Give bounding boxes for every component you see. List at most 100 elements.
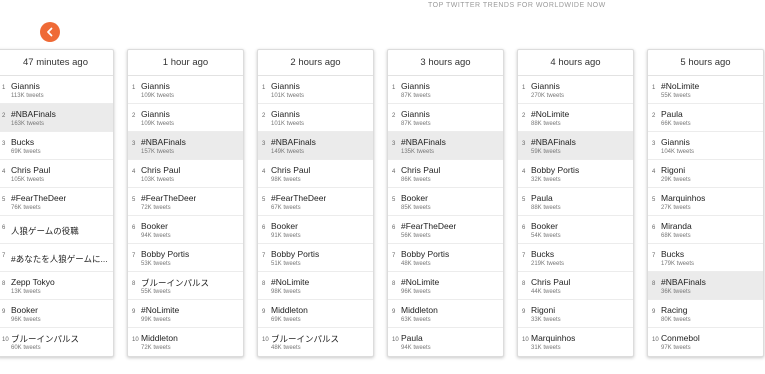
trend-item[interactable]: 4 Chris Paul 103K tweets	[128, 160, 243, 188]
tweet-count: 101K tweets	[271, 93, 305, 99]
trend-name: Middleton	[271, 305, 308, 315]
trend-item[interactable]: 2 Paula 66K tweets	[648, 104, 763, 132]
trend-name: Chris Paul	[271, 165, 311, 175]
trend-name: #FearTheDeer	[11, 193, 67, 203]
trend-item[interactable]: 10 ブルーインパルス 60K tweets	[0, 328, 113, 356]
trend-item[interactable]: 5 #FearTheDeer 67K tweets	[258, 188, 373, 216]
trend-item[interactable]: 1 Giannis 113K tweets	[0, 76, 113, 104]
trend-name: #NBAFinals	[141, 137, 186, 147]
trend-item[interactable]: 2 #NoLimite 88K tweets	[518, 104, 633, 132]
trend-item[interactable]: 6 Booker 54K tweets	[518, 216, 633, 244]
trend-item[interactable]: 3 #NBAFinals 135K tweets	[388, 132, 503, 160]
trend-item[interactable]: 9 Booker 96K tweets	[0, 300, 113, 328]
trend-item[interactable]: 7 Bucks 179K tweets	[648, 244, 763, 272]
trend-item[interactable]: 5 #FearTheDeer 72K tweets	[128, 188, 243, 216]
trend-name: Bobby Portis	[271, 249, 320, 259]
trend-item[interactable]: 10 Marquinhos 31K tweets	[518, 328, 633, 356]
trend-item[interactable]: 7 Bucks 219K tweets	[518, 244, 633, 272]
trend-item[interactable]: 1 Giannis 101K tweets	[258, 76, 373, 104]
trend-item[interactable]: 8 #NoLimite 96K tweets	[388, 272, 503, 300]
tweet-count: 103K tweets	[141, 177, 175, 183]
trend-item[interactable]: 2 Giannis 109K tweets	[128, 104, 243, 132]
trend-item[interactable]: 7 Bobby Portis 48K tweets	[388, 244, 503, 272]
tweet-count: 91K tweets	[271, 233, 301, 239]
trend-item[interactable]: 7 Bobby Portis 51K tweets	[258, 244, 373, 272]
trend-item[interactable]: 5 Paula 88K tweets	[518, 188, 633, 216]
trend-name: Conmebol	[661, 333, 700, 343]
trend-name: Racing	[661, 305, 688, 315]
trend-rank: 4	[132, 169, 136, 175]
trend-name: Chris Paul	[11, 165, 51, 175]
tweet-count: 96K tweets	[401, 289, 431, 295]
trend-item[interactable]: 4 Chris Paul 105K tweets	[0, 160, 113, 188]
trend-item[interactable]: 9 Middleton 69K tweets	[258, 300, 373, 328]
trend-item[interactable]: 4 Bobby Portis 32K tweets	[518, 160, 633, 188]
column-time-header: 4 hours ago	[518, 50, 633, 76]
trend-rank: 10	[522, 337, 529, 343]
trend-item[interactable]: 1 Giannis 270K tweets	[518, 76, 633, 104]
tweet-count: 149K tweets	[271, 149, 305, 155]
trend-item[interactable]: 3 Giannis 104K tweets	[648, 132, 763, 160]
trend-item[interactable]: 6 Booker 91K tweets	[258, 216, 373, 244]
trend-rank: 7	[262, 253, 266, 259]
trend-item[interactable]: 10 Conmebol 97K tweets	[648, 328, 763, 356]
trend-name: Marquinhos	[531, 333, 576, 343]
trend-item[interactable]: 5 Booker 85K tweets	[388, 188, 503, 216]
trend-item[interactable]: 3 #NBAFinals 157K tweets	[128, 132, 243, 160]
trend-item[interactable]: 6 #FearTheDeer 56K tweets	[388, 216, 503, 244]
trend-item[interactable]: 8 Zepp Tokyo 13K tweets	[0, 272, 113, 300]
trend-item[interactable]: 5 #FearTheDeer 76K tweets	[0, 188, 113, 216]
trend-item[interactable]: 9 Rigoni 33K tweets	[518, 300, 633, 328]
trend-item[interactable]: 10 Paula 94K tweets	[388, 328, 503, 356]
trend-item[interactable]: 8 #NoLimite 98K tweets	[258, 272, 373, 300]
trend-item[interactable]: 10 ブルーインパルス 48K tweets	[258, 328, 373, 356]
trend-name: #NBAFinals	[11, 109, 56, 119]
trend-item[interactable]: 4 Chris Paul 86K tweets	[388, 160, 503, 188]
trend-rank: 3	[262, 141, 266, 147]
trend-item[interactable]: 6 Booker 94K tweets	[128, 216, 243, 244]
trend-item[interactable]: 4 Chris Paul 98K tweets	[258, 160, 373, 188]
trend-item[interactable]: 2 Giannis 101K tweets	[258, 104, 373, 132]
trend-name: Giannis	[11, 81, 40, 91]
trend-item[interactable]: 9 Racing 80K tweets	[648, 300, 763, 328]
trend-rank: 2	[2, 113, 6, 119]
trend-column: 47 minutes ago 1 Giannis 113K tweets 2 #NBAFi…	[0, 49, 114, 357]
trend-item[interactable]: 3 #NBAFinals 149K tweets	[258, 132, 373, 160]
trend-rank: 4	[2, 169, 6, 175]
trend-item[interactable]: 4 Rigoni 29K tweets	[648, 160, 763, 188]
trend-item[interactable]: 6 Miranda 68K tweets	[648, 216, 763, 244]
tweet-count: 55K tweets	[141, 289, 171, 295]
tweet-count: 157K tweets	[141, 149, 175, 155]
trend-item[interactable]: 10 Middleton 72K tweets	[128, 328, 243, 356]
trend-item[interactable]: 9 Middleton 63K tweets	[388, 300, 503, 328]
tweet-count: 80K tweets	[661, 317, 691, 323]
trend-item[interactable]: 1 Giannis 109K tweets	[128, 76, 243, 104]
trend-item[interactable]: 5 Marquinhos 27K tweets	[648, 188, 763, 216]
trend-item[interactable]: 8 Chris Paul 44K tweets	[518, 272, 633, 300]
trend-item[interactable]: 3 #NBAFinals 59K tweets	[518, 132, 633, 160]
trend-item[interactable]: 2 Giannis 87K tweets	[388, 104, 503, 132]
trend-name: Bobby Portis	[401, 249, 450, 259]
trend-name: Giannis	[401, 109, 430, 119]
trend-name: Booker	[401, 193, 428, 203]
trend-item[interactable]: 3 Bucks 69K tweets	[0, 132, 113, 160]
trend-rank: 9	[132, 309, 136, 315]
trend-item[interactable]: 8 #NBAFinals 36K tweets	[648, 272, 763, 300]
trend-rank: 10	[652, 337, 659, 343]
trend-rank: 2	[132, 113, 136, 119]
trend-item[interactable]: 7 Bobby Portis 53K tweets	[128, 244, 243, 272]
back-button[interactable]	[40, 22, 60, 42]
trend-rank: 5	[652, 197, 656, 203]
trend-rank: 9	[2, 309, 6, 315]
trend-item[interactable]: 1 Giannis 87K tweets	[388, 76, 503, 104]
trend-rank: 1	[392, 85, 396, 91]
trend-item[interactable]: 2 #NBAFinals 163K tweets	[0, 104, 113, 132]
trend-column: 5 hours ago 1 #NoLimite 55K tweets 2 Paula 66K…	[647, 49, 764, 357]
trend-rank: 4	[392, 169, 396, 175]
trend-name: #NBAFinals	[401, 137, 446, 147]
trend-item[interactable]: 9 #NoLimite 99K tweets	[128, 300, 243, 328]
trend-item[interactable]: 8 ブルーインパルス 55K tweets	[128, 272, 243, 300]
trend-item[interactable]: 6 人狼ゲームの役職	[0, 216, 113, 244]
trend-item[interactable]: 1 #NoLimite 55K tweets	[648, 76, 763, 104]
trend-item[interactable]: 7 #あなたを人狼ゲームに...	[0, 244, 113, 272]
